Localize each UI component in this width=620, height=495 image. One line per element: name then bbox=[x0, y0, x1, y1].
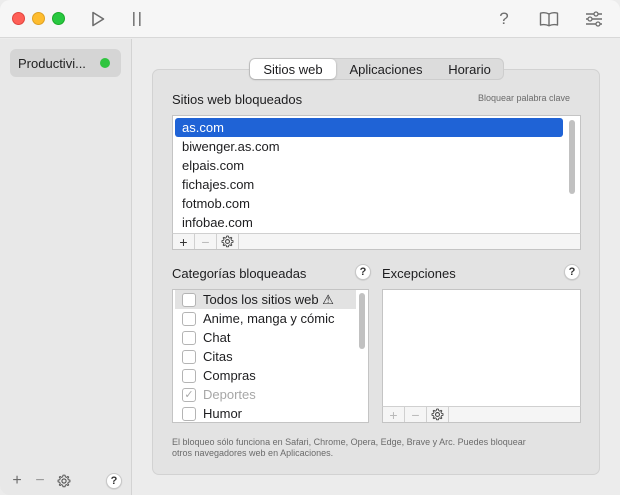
add-exception-button[interactable]: + bbox=[383, 407, 405, 423]
checkbox[interactable] bbox=[182, 406, 196, 421]
exceptions-toolbar: + − bbox=[382, 406, 581, 423]
scrollbar-thumb[interactable] bbox=[569, 120, 575, 194]
blocked-sites-list[interactable]: as.com biwenger.as.com elpais.com fichaj… bbox=[172, 115, 581, 234]
category-item[interactable]: Todos los sitios web ⚠ bbox=[175, 290, 356, 309]
checkbox[interactable] bbox=[182, 349, 196, 364]
site-settings-gear-icon[interactable] bbox=[217, 234, 239, 249]
title-bar: ? bbox=[0, 0, 620, 38]
block-keyword-link[interactable]: Bloquear palabra clave bbox=[478, 93, 570, 103]
category-label: Todos los sitios web ⚠ bbox=[203, 291, 334, 307]
book-icon[interactable] bbox=[537, 8, 561, 30]
category-item[interactable]: Citas bbox=[175, 347, 233, 366]
remove-profile-button[interactable]: − bbox=[33, 472, 47, 490]
remove-exception-button[interactable]: − bbox=[405, 407, 427, 423]
browser-support-note-line2: otros navegadores web en Aplicaciones. bbox=[172, 448, 334, 458]
checkbox[interactable] bbox=[182, 330, 196, 345]
categories-list[interactable]: Todos los sitios web ⚠ Anime, manga y có… bbox=[172, 289, 369, 423]
add-profile-button[interactable]: + bbox=[10, 472, 24, 490]
close-window-button[interactable] bbox=[12, 12, 25, 25]
browser-support-note: El bloqueo sólo funciona en Safari, Chro… bbox=[172, 437, 526, 447]
list-item[interactable]: infobae.com bbox=[175, 213, 253, 232]
remove-site-button[interactable]: − bbox=[195, 234, 217, 250]
category-label: Citas bbox=[203, 349, 233, 364]
tab-sitios-web[interactable]: Sitios web bbox=[250, 59, 336, 79]
categories-title: Categorías bloqueadas bbox=[172, 266, 307, 281]
exception-settings-gear-icon[interactable] bbox=[427, 407, 449, 422]
tab-bar: Sitios web Aplicaciones Horario bbox=[249, 58, 504, 80]
tab-horario[interactable]: Horario bbox=[436, 59, 503, 79]
checkbox[interactable] bbox=[182, 368, 196, 383]
app-window: ? Productivi... + − ? Sitios web Aplicac… bbox=[0, 0, 620, 495]
add-site-button[interactable]: + bbox=[173, 234, 195, 250]
sidebar-item-label: Productivi... bbox=[18, 56, 86, 71]
play-icon[interactable] bbox=[88, 8, 108, 30]
help-icon[interactable]: ? bbox=[495, 8, 513, 30]
category-item[interactable]: Humor bbox=[175, 404, 243, 422]
category-item: ✓ Deportes bbox=[175, 385, 256, 404]
exceptions-help-button[interactable]: ? bbox=[564, 264, 580, 280]
checkbox[interactable] bbox=[182, 292, 196, 307]
main-content: Sitios web Aplicaciones Horario Sitios w… bbox=[133, 39, 620, 495]
exceptions-title: Excepciones bbox=[382, 266, 456, 281]
blocked-sites-title: Sitios web bloqueados bbox=[172, 92, 303, 107]
category-label: Anime, manga y cómic bbox=[203, 311, 335, 326]
sidebar-item-productivity[interactable]: Productivi... bbox=[10, 49, 121, 77]
tab-aplicaciones[interactable]: Aplicaciones bbox=[336, 59, 436, 79]
category-label: Compras bbox=[203, 368, 256, 383]
status-dot-icon bbox=[100, 58, 110, 68]
list-item[interactable]: as.com bbox=[175, 118, 563, 137]
category-item[interactable]: Anime, manga y cómic bbox=[175, 309, 335, 328]
pause-icon[interactable] bbox=[128, 8, 146, 30]
sidebar: Productivi... + − ? bbox=[0, 39, 132, 495]
list-item[interactable]: elpais.com bbox=[175, 156, 244, 175]
category-item[interactable]: Compras bbox=[175, 366, 256, 385]
scrollbar-thumb[interactable] bbox=[359, 293, 365, 349]
category-label: Humor bbox=[203, 406, 243, 421]
sidebar-help-button[interactable]: ? bbox=[106, 472, 122, 490]
exceptions-list[interactable] bbox=[382, 289, 581, 407]
profile-settings-gear-icon[interactable] bbox=[55, 472, 73, 490]
category-label: Deportes bbox=[203, 387, 256, 402]
category-label: Chat bbox=[203, 330, 231, 345]
list-item[interactable]: biwenger.as.com bbox=[175, 137, 280, 156]
zoom-window-button[interactable] bbox=[52, 12, 65, 25]
category-item[interactable]: Chat bbox=[175, 328, 230, 347]
settings-panel: Sitios web bloqueados Bloquear palabra c… bbox=[152, 69, 600, 475]
blocked-sites-toolbar: + − bbox=[172, 233, 581, 250]
list-item[interactable]: fichajes.com bbox=[175, 175, 254, 194]
list-item[interactable]: fotmob.com bbox=[175, 194, 250, 213]
minimize-window-button[interactable] bbox=[32, 12, 45, 25]
help-icon: ? bbox=[106, 473, 122, 489]
sliders-icon[interactable] bbox=[582, 8, 606, 30]
categories-help-button[interactable]: ? bbox=[355, 264, 371, 280]
checkbox[interactable] bbox=[182, 311, 196, 326]
checkmark-icon: ✓ bbox=[182, 387, 196, 402]
